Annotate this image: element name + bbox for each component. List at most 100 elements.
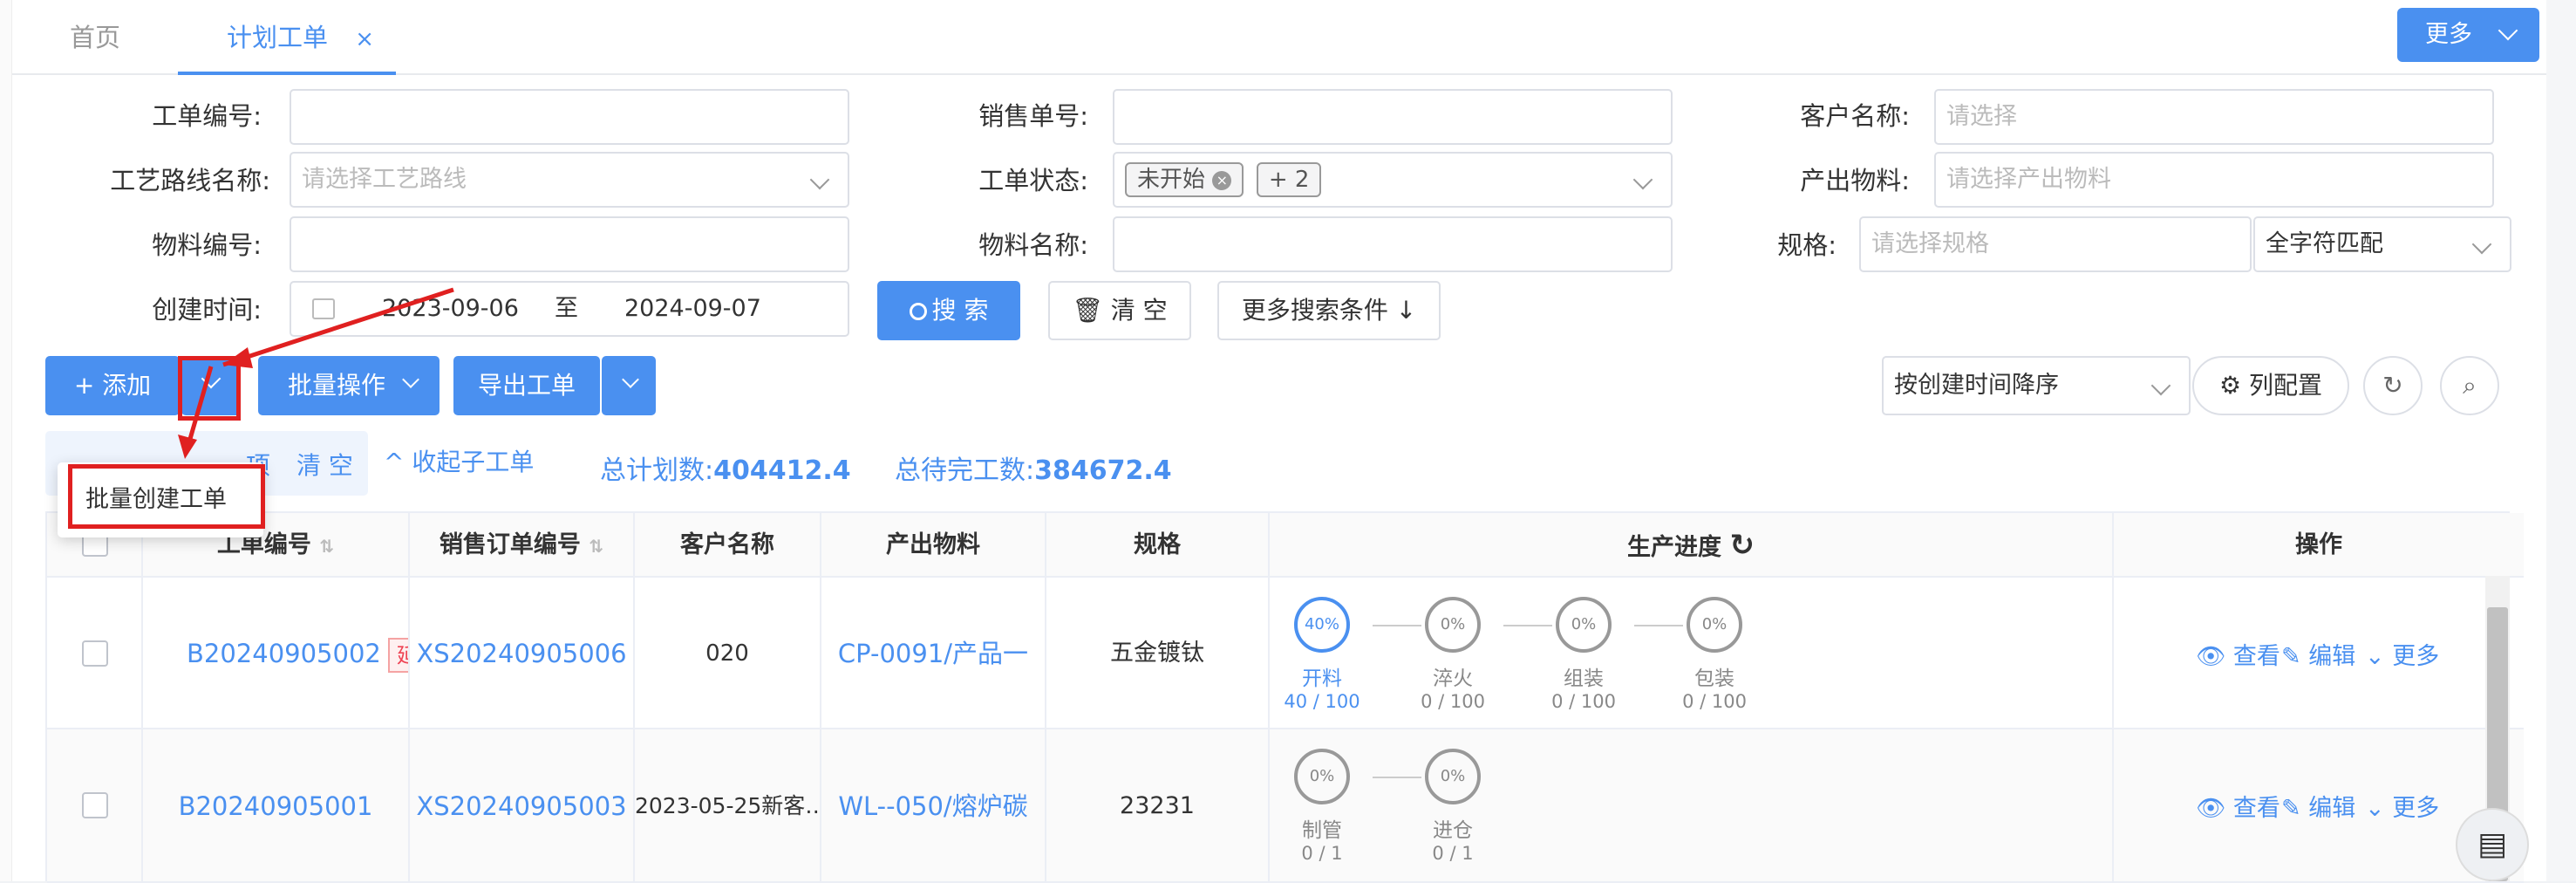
- sales-no-input[interactable]: [1113, 89, 1673, 145]
- row1-spec: 五金镀钛: [1046, 578, 1270, 729]
- row1-output[interactable]: CP-0091/产品一: [821, 578, 1046, 729]
- refresh-icon[interactable]: ↻: [1729, 528, 1755, 563]
- status-select[interactable]: 未开始 × + 2: [1113, 152, 1673, 208]
- col-sales-no: 销售订单编号: [439, 531, 581, 558]
- export-dropdown-button[interactable]: [602, 356, 656, 415]
- arrowhead: [178, 435, 197, 459]
- clear-button[interactable]: 🗑 清 空: [1048, 281, 1191, 340]
- chevron-down-icon: ⌄: [2365, 795, 2385, 822]
- planned-value: 404412.4: [713, 455, 851, 486]
- header-progress: 生产进度 ↻: [1270, 513, 2114, 578]
- more-search-button[interactable]: 更多搜索条件 ↓: [1217, 281, 1441, 340]
- step-pct: 0%: [1425, 749, 1481, 804]
- row2-output[interactable]: WL--050/熔炉碳: [821, 729, 1046, 883]
- spec-match-select[interactable]: 全字符匹配: [2253, 216, 2511, 272]
- pending-total: 总待完工数:384672.4: [895, 448, 1172, 487]
- step-qty: 0 / 1: [1432, 843, 1474, 864]
- mat-name-input[interactable]: [1113, 216, 1673, 272]
- search-icon: [909, 303, 927, 320]
- output-select[interactable]: 请选择产出物料: [1934, 152, 2494, 208]
- close-icon[interactable]: ×: [355, 26, 374, 52]
- view-label: 查看: [2232, 643, 2280, 670]
- spec-match-value: 全字符匹配: [2266, 230, 2383, 257]
- route-select[interactable]: 请选择工艺路线: [290, 152, 849, 208]
- step-name: 进仓: [1433, 819, 1473, 842]
- edit-button[interactable]: ✎ 编辑: [2281, 637, 2355, 671]
- row2-select: [47, 729, 143, 883]
- step-name: 制管: [1302, 819, 1342, 842]
- search-icon[interactable]: ⌕: [2440, 356, 2499, 415]
- tab-label: 计划工单: [227, 23, 329, 52]
- edit-label: 编辑: [2308, 643, 2356, 670]
- export-button[interactable]: 导出工单: [453, 356, 600, 415]
- trash-icon: 🗑: [1072, 296, 1103, 325]
- step-pct: 0%: [1687, 597, 1742, 653]
- chevron-down-icon: ⌄: [2365, 643, 2385, 670]
- view-button[interactable]: 👁 查看: [2196, 789, 2280, 823]
- row-checkbox[interactable]: [82, 640, 108, 667]
- label-customer: 客户名称:: [1800, 101, 1910, 131]
- search-label: 搜 索: [931, 296, 989, 325]
- order-no-input[interactable]: [290, 89, 849, 145]
- work-order-table: 工单编号 ⇅ 销售订单编号 ⇅ 客户名称 产出物料 规格 生产进度 ↻ 操作 B…: [45, 511, 2524, 883]
- document-icon[interactable]: ▤: [2456, 808, 2529, 881]
- step-name: 组装: [1564, 667, 1604, 690]
- view-label: 查看: [2232, 795, 2280, 822]
- header-customer: 客户名称: [635, 513, 821, 578]
- step-name: 包装: [1694, 667, 1734, 690]
- column-config-button[interactable]: ⚙ 列配置: [2192, 356, 2349, 415]
- label-mat-name: 物料名称:: [978, 230, 1088, 260]
- more-button[interactable]: ⌄ 更多: [2365, 637, 2439, 671]
- planned-label: 总计划数:: [600, 455, 714, 486]
- chevron-down-icon: [2150, 375, 2171, 396]
- planned-total: 总计划数:404412.4: [600, 448, 851, 487]
- tab-plan-orders[interactable]: 计划工单 ×: [178, 0, 396, 75]
- refresh-icon[interactable]: ↻: [2363, 356, 2423, 415]
- row1-customer: 020: [635, 578, 821, 729]
- columns-label: 列配置: [2249, 371, 2323, 400]
- row2-order-no[interactable]: B20240905001: [143, 729, 410, 883]
- tab-home[interactable]: 首页: [70, 0, 120, 75]
- step-qty: 40 / 100: [1284, 691, 1360, 712]
- step-jincang: 0% 进仓 0 / 1: [1400, 749, 1505, 864]
- header-sales-no[interactable]: 销售订单编号 ⇅: [410, 513, 635, 578]
- more-menu-button[interactable]: 更多: [2397, 8, 2539, 62]
- app-window: 首页 计划工单 × 更多 工单编号: 销售单号: 客户名称: 请选择 工艺路线名…: [0, 0, 2576, 883]
- highlight-box: [68, 464, 265, 529]
- label-mat-no: 物料编号:: [152, 230, 262, 260]
- sort-select[interactable]: 按创建时间降序: [1882, 356, 2191, 415]
- arrow-line: [222, 287, 454, 367]
- step-qty: 0 / 100: [1551, 691, 1616, 712]
- row-checkbox[interactable]: [82, 792, 108, 818]
- mat-no-input[interactable]: [290, 216, 849, 272]
- pending-value: 384672.4: [1034, 455, 1172, 486]
- tab-bar: 首页 计划工单 × 更多: [12, 0, 2546, 75]
- row1-select: [47, 578, 143, 729]
- clear-label: 清 空: [1110, 296, 1168, 325]
- row2-customer: 2023-05-25新客…: [635, 729, 821, 883]
- search-button[interactable]: 搜 索: [877, 281, 1020, 340]
- label-status: 工单状态:: [978, 166, 1088, 195]
- sort-icon: ⇅: [589, 536, 604, 557]
- status-tag-label: 未开始: [1137, 167, 1206, 193]
- view-button[interactable]: 👁 查看: [2196, 637, 2280, 671]
- more-button[interactable]: ⌄ 更多: [2365, 789, 2439, 823]
- chevron-down-icon: [2498, 20, 2518, 41]
- edit-label: 编辑: [2308, 795, 2356, 822]
- label-sales-no: 销售单号:: [978, 101, 1088, 131]
- step-pct: 0%: [1556, 597, 1612, 653]
- edit-button[interactable]: ✎ 编辑: [2281, 789, 2355, 823]
- header-output: 产出物料: [821, 513, 1046, 578]
- row2-sales-no[interactable]: XS20240905003: [410, 729, 635, 883]
- order-no-link[interactable]: B20240905002: [187, 639, 381, 668]
- pencil-icon: ✎: [2281, 795, 2301, 822]
- chevron-down-icon: [1632, 169, 1653, 190]
- customer-select[interactable]: 请选择: [1934, 89, 2494, 145]
- close-icon[interactable]: ×: [1212, 170, 1232, 190]
- row1-sales-no[interactable]: XS20240905006: [410, 578, 635, 729]
- row1-order-no[interactable]: B20240905002延: [143, 578, 410, 729]
- delay-badge: 延: [387, 638, 408, 673]
- step-qty: 0 / 1: [1301, 843, 1343, 864]
- spec-select[interactable]: 请选择规格: [1859, 216, 2252, 272]
- eye-icon: 👁: [2196, 795, 2226, 822]
